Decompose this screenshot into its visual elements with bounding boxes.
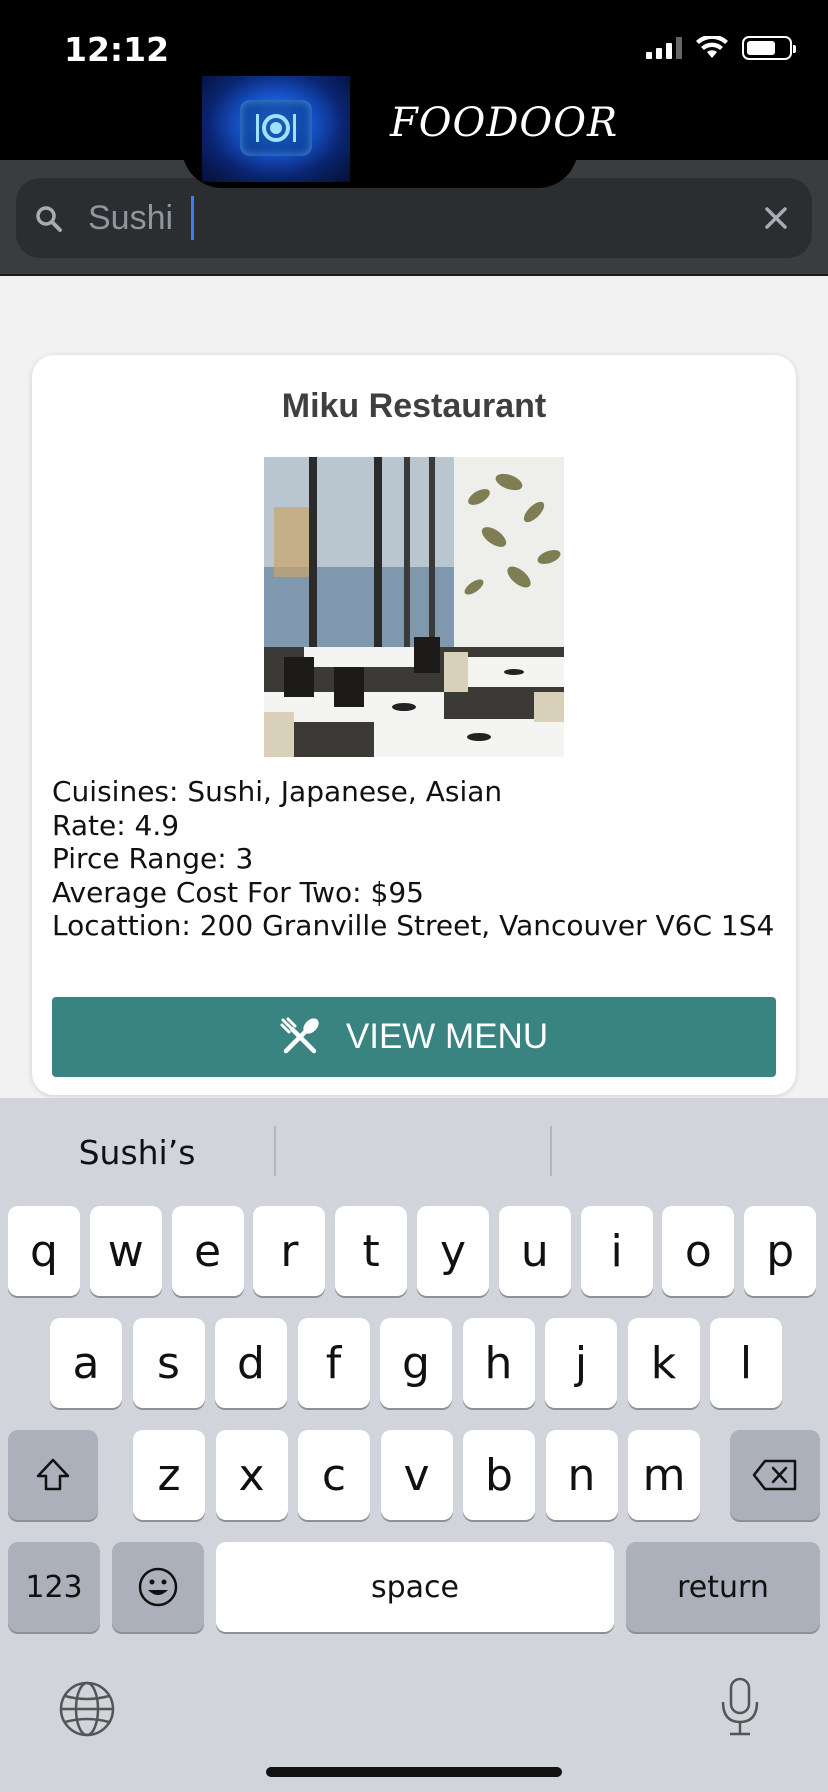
key-b[interactable]: b [463, 1430, 535, 1520]
rate-text: Rate: 4.9 [52, 808, 180, 842]
status-time: 12:12 [64, 30, 170, 69]
view-menu-label: VIEW MENU [345, 1017, 549, 1056]
key-l[interactable]: l [710, 1318, 782, 1408]
search-input[interactable] [88, 190, 728, 246]
key-p[interactable]: p [744, 1206, 817, 1296]
restaurant-details: Cuisines: Sushi, Japanese, Asian Rate: 4… [52, 775, 774, 943]
text-caret [191, 196, 194, 240]
battery-icon [742, 36, 796, 60]
clear-icon[interactable] [758, 200, 794, 236]
key-d[interactable]: d [215, 1318, 287, 1408]
key-t[interactable]: t [335, 1206, 408, 1296]
delete-key[interactable] [730, 1430, 820, 1520]
keyboard: Sushi’s qwertyuiop asdfghjkl zxcvbnm 123… [0, 1098, 828, 1792]
key-k[interactable]: k [627, 1318, 700, 1408]
emoji-key[interactable] [112, 1542, 204, 1632]
brand-name: FOODOOR [390, 100, 619, 146]
key-r[interactable]: r [253, 1206, 326, 1296]
cellular-signal-icon [646, 37, 682, 59]
suggestion-bar: Sushi’s [0, 1098, 828, 1206]
cuisines-text: Cuisines: Sushi, Japanese, Asian [52, 775, 503, 808]
key-o[interactable]: o [662, 1206, 735, 1296]
key-i[interactable]: i [580, 1206, 653, 1296]
key-a[interactable]: a [50, 1318, 122, 1408]
view-menu-button[interactable]: VIEW MENU [52, 997, 776, 1077]
numbers-key[interactable]: 123 [8, 1542, 100, 1632]
backspace-icon [752, 1459, 797, 1491]
average-cost-text: Average Cost For Two: $95 [52, 875, 424, 909]
key-f[interactable]: f [297, 1318, 370, 1408]
return-key[interactable]: return [626, 1542, 820, 1632]
status-icons [646, 36, 796, 60]
key-j[interactable]: j [545, 1318, 617, 1408]
restaurant-photo [264, 457, 564, 757]
restaurant-card: Miku Restaurant Cuisines: Sushi, Japanes… [32, 355, 796, 1095]
key-h[interactable]: h [462, 1318, 535, 1408]
app-header: FOODOOR [182, 70, 617, 188]
key-w[interactable]: w [89, 1206, 162, 1296]
shift-key[interactable] [8, 1430, 98, 1520]
search-field[interactable] [16, 178, 812, 258]
suggestion-1[interactable]: Sushi’s [0, 1098, 274, 1206]
key-z[interactable]: z [133, 1430, 205, 1520]
home-indicator[interactable] [266, 1767, 562, 1777]
key-x[interactable]: x [215, 1430, 288, 1520]
suggestion-3[interactable] [552, 1098, 828, 1206]
price-range-text: Pirce Range: 3 [52, 842, 254, 875]
space-key[interactable]: space [216, 1542, 614, 1632]
key-g[interactable]: g [380, 1318, 452, 1408]
shift-icon [36, 1458, 70, 1491]
key-q[interactable]: q [8, 1206, 80, 1296]
location-text: Locattion: 200 Granville Street, Vancouv… [52, 909, 775, 942]
key-c[interactable]: c [298, 1430, 370, 1520]
key-y[interactable]: y [417, 1206, 489, 1296]
key-u[interactable]: u [498, 1206, 571, 1296]
app-logo [202, 76, 350, 182]
wifi-icon [696, 36, 728, 58]
restaurant-name: Miku Restaurant [281, 387, 547, 425]
search-icon [36, 206, 62, 232]
key-s[interactable]: s [132, 1318, 205, 1408]
utensils-icon [280, 1017, 319, 1054]
key-n[interactable]: n [545, 1430, 618, 1520]
key-v[interactable]: v [380, 1430, 453, 1520]
suggestion-2[interactable] [276, 1098, 550, 1206]
plate-cutlery-icon [240, 100, 312, 156]
key-m[interactable]: m [628, 1430, 700, 1520]
globe-icon[interactable] [58, 1680, 116, 1738]
emoji-icon [138, 1567, 178, 1607]
microphone-icon[interactable] [718, 1676, 762, 1738]
key-e[interactable]: e [171, 1206, 244, 1296]
